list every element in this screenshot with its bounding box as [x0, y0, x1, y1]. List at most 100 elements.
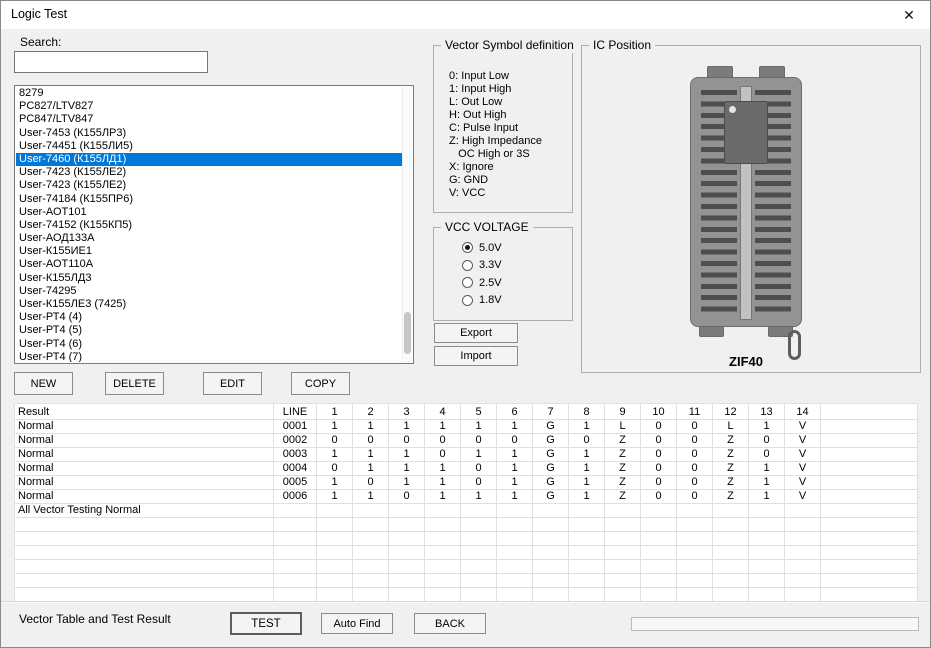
pin-value-cell: G: [533, 448, 569, 462]
auto-find-button[interactable]: Auto Find: [321, 613, 393, 634]
pin-value-cell: V: [785, 434, 821, 448]
pin-value-cell: 1: [749, 462, 785, 476]
chip-list-item[interactable]: User-АОТ101: [16, 206, 402, 219]
edit-button[interactable]: EDIT: [203, 372, 262, 395]
radio-icon[interactable]: [462, 277, 473, 288]
line-cell: [274, 588, 317, 602]
radio-icon[interactable]: [462, 242, 473, 253]
result-cell: [15, 518, 274, 532]
ic-position-group-title: IC Position: [589, 38, 655, 53]
chip-list-item[interactable]: User-74184 (К155ПР6): [16, 193, 402, 206]
empty-row: [15, 546, 918, 560]
chip-list-item[interactable]: User-74295: [16, 285, 402, 298]
pin-value-cell: 0: [641, 420, 677, 434]
filler-cell: [821, 420, 918, 434]
pin-value-cell: [425, 532, 461, 546]
result-cell: Normal: [15, 434, 274, 448]
titlebar[interactable]: Logic Test ✕: [1, 1, 930, 29]
pin-value-cell: [533, 518, 569, 532]
pin-value-cell: 0: [677, 490, 713, 504]
result-cell: [15, 560, 274, 574]
chip-list-item[interactable]: 8279: [16, 87, 402, 100]
pin-value-cell: [389, 560, 425, 574]
pin-value-cell: Z: [713, 490, 749, 504]
chip-list-item[interactable]: User-7460 (К155ЛД1): [16, 153, 402, 166]
chip-list-item[interactable]: User-К155ЛЕ3 (7425): [16, 298, 402, 311]
vcc-option[interactable]: 2.5V: [462, 274, 502, 292]
chip-list-item[interactable]: User-К155ЛД3: [16, 272, 402, 285]
chip-list-item[interactable]: User-РТ4 (6): [16, 338, 402, 351]
vector-symbol-group-title: Vector Symbol definition: [441, 38, 578, 53]
vector-symbol-line: H: Out High: [449, 109, 542, 122]
pin-header: 2: [353, 404, 389, 420]
chip-list-item[interactable]: User-К155ИЕ1: [16, 245, 402, 258]
copy-button[interactable]: COPY: [291, 372, 350, 395]
pin-value-cell: [461, 518, 497, 532]
pin-value-cell: [749, 588, 785, 602]
back-button[interactable]: BACK: [414, 613, 486, 634]
pin-value-cell: [389, 518, 425, 532]
pin-value-cell: [749, 574, 785, 588]
chip-list-item[interactable]: User-РТ4 (7): [16, 351, 402, 362]
pin-value-cell: [317, 574, 353, 588]
pin-header: 8: [569, 404, 605, 420]
pin-value-cell: [569, 560, 605, 574]
chip-list-item[interactable]: User-7453 (К155ЛР3): [16, 127, 402, 140]
import-button[interactable]: Import: [434, 346, 518, 366]
chip-list-item[interactable]: PC827/LTV827: [16, 100, 402, 113]
chip-list-item[interactable]: User-РТ4 (5): [16, 324, 402, 337]
line-cell: 0001: [274, 420, 317, 434]
search-input[interactable]: [14, 51, 208, 73]
line-cell: [274, 518, 317, 532]
list-scrollbar[interactable]: [402, 87, 412, 362]
close-button[interactable]: ✕: [888, 1, 930, 29]
export-button[interactable]: Export: [434, 323, 518, 343]
chip-list-item[interactable]: User-7423 (К155ЛЕ2): [16, 166, 402, 179]
pin-value-cell: 1: [569, 476, 605, 490]
vcc-option[interactable]: 5.0V: [462, 239, 502, 257]
chip-list-item[interactable]: User-74451 (К155ЛИ5): [16, 140, 402, 153]
pin-value-cell: 1: [317, 448, 353, 462]
chip-list-item[interactable]: User-74152 (К155КП5): [16, 219, 402, 232]
pin-header: 4: [425, 404, 461, 420]
pin-value-cell: Z: [605, 476, 641, 490]
pin-value-cell: [713, 504, 749, 518]
pin-value-cell: [749, 504, 785, 518]
pin-value-cell: [569, 574, 605, 588]
pin-value-cell: [713, 560, 749, 574]
test-button[interactable]: TEST: [230, 612, 302, 635]
pin-value-cell: V: [785, 490, 821, 504]
zif40-label: ZIF40: [690, 354, 802, 369]
chip-list-item[interactable]: PC847/LTV847: [16, 113, 402, 126]
result-cell: Normal: [15, 490, 274, 504]
list-scrollbar-thumb[interactable]: [404, 312, 411, 354]
vcc-option[interactable]: 1.8V: [462, 292, 502, 310]
chip-list-item[interactable]: User-АОТ110А: [16, 258, 402, 271]
result-cell: Normal: [15, 420, 274, 434]
pin-value-cell: [425, 588, 461, 602]
pin-value-cell: 0: [389, 434, 425, 448]
chip-list-item[interactable]: User-7423 (К155ЛЕ2): [16, 179, 402, 192]
chip-list-item[interactable]: User-РТ4 (4): [16, 311, 402, 324]
vcc-option[interactable]: 3.3V: [462, 257, 502, 275]
pin-value-cell: 0: [317, 434, 353, 448]
pin-header: 3: [389, 404, 425, 420]
new-button[interactable]: NEW: [14, 372, 73, 395]
filler-cell: [821, 588, 918, 602]
radio-icon[interactable]: [462, 260, 473, 271]
pin-value-cell: [425, 546, 461, 560]
pin-value-cell: 0: [353, 434, 389, 448]
pin-value-cell: [317, 588, 353, 602]
pin-value-cell: [317, 504, 353, 518]
pin-value-cell: Z: [713, 448, 749, 462]
ic-position-group: IC Position ZIF40: [581, 45, 921, 373]
result-header-cell: Result: [15, 404, 274, 420]
chip-list-item[interactable]: User-АОД133А: [16, 232, 402, 245]
delete-button[interactable]: DELETE: [105, 372, 164, 395]
result-row: Normal0002000000G0Z00Z0V: [15, 434, 918, 448]
pin-value-cell: 0: [389, 490, 425, 504]
pin-value-cell: [641, 560, 677, 574]
chip-list[interactable]: 8279PC827/LTV827PC847/LTV847User-7453 (К…: [14, 85, 414, 364]
pin-value-cell: 1: [353, 448, 389, 462]
radio-icon[interactable]: [462, 295, 473, 306]
